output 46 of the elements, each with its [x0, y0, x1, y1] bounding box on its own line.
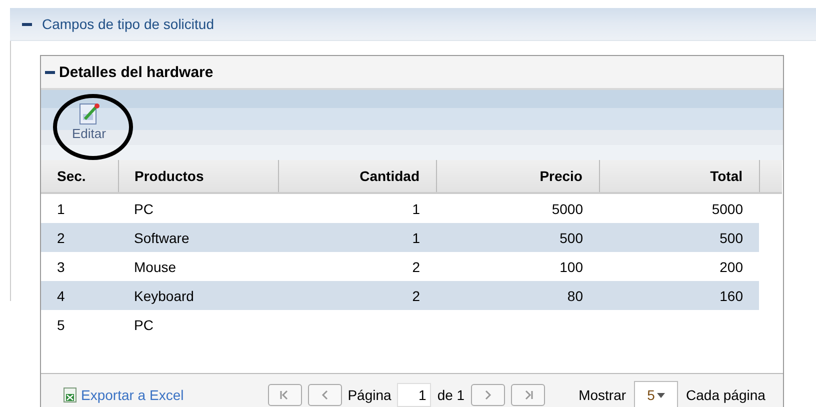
table-cell: 2 — [278, 252, 436, 281]
column-header[interactable]: Productos — [118, 160, 278, 193]
table-cell: 1 — [278, 223, 436, 252]
first-page-button[interactable] — [268, 384, 302, 406]
table-cell: 5000 — [436, 193, 599, 223]
export-excel-link[interactable]: Exportar a Excel — [63, 387, 184, 403]
last-page-button[interactable] — [510, 384, 545, 406]
table-cell: PC — [118, 310, 278, 339]
table-cell: 5000 — [599, 193, 759, 223]
table-cell: 80 — [436, 281, 599, 310]
table-cell: Keyboard — [118, 281, 278, 310]
panel-title: Detalles del hardware — [59, 64, 214, 80]
page-input[interactable]: 1 — [397, 383, 432, 407]
section-title: Campos de tipo de solicitud — [42, 16, 214, 32]
pencil-document-icon — [78, 102, 100, 126]
table-cell: 200 — [599, 252, 759, 281]
spreadsheet-icon — [63, 387, 77, 403]
page-size-dropdown[interactable]: 5 — [634, 381, 678, 407]
table-cell: 1 — [278, 193, 436, 223]
table-cell: 2 — [278, 281, 436, 310]
column-header[interactable]: Total — [599, 160, 759, 193]
dropdown-caret-icon — [656, 392, 665, 398]
table-cell: 5 — [41, 310, 118, 339]
previous-page-button[interactable] — [308, 384, 342, 406]
collapse-icon[interactable] — [45, 70, 55, 74]
column-header[interactable]: Precio — [436, 160, 599, 193]
table-cell: Mouse — [118, 252, 278, 281]
next-page-button[interactable] — [470, 384, 505, 406]
page-label: Página — [348, 387, 392, 403]
column-header[interactable]: Cantidad — [278, 160, 436, 193]
table-cell: 500 — [436, 223, 599, 252]
table-cell: 3 — [41, 252, 118, 281]
column-header[interactable]: Sec. — [41, 160, 118, 193]
table-cell: PC — [118, 193, 278, 223]
collapse-icon[interactable] — [22, 22, 32, 26]
edit-button[interactable]: Editar — [72, 102, 106, 141]
table-cell: 1 — [41, 193, 118, 223]
table-cell: 500 — [599, 223, 759, 252]
table-cell: 2 — [41, 223, 118, 252]
show-label: Mostrar — [578, 387, 626, 403]
per-page-label: Cada página — [686, 387, 766, 403]
table-cell: Software — [118, 223, 278, 252]
page-total: de 1 — [437, 387, 465, 403]
table-cell: 160 — [599, 281, 759, 310]
table-cell: 4 — [41, 281, 118, 310]
table-cell: 100 — [436, 252, 599, 281]
